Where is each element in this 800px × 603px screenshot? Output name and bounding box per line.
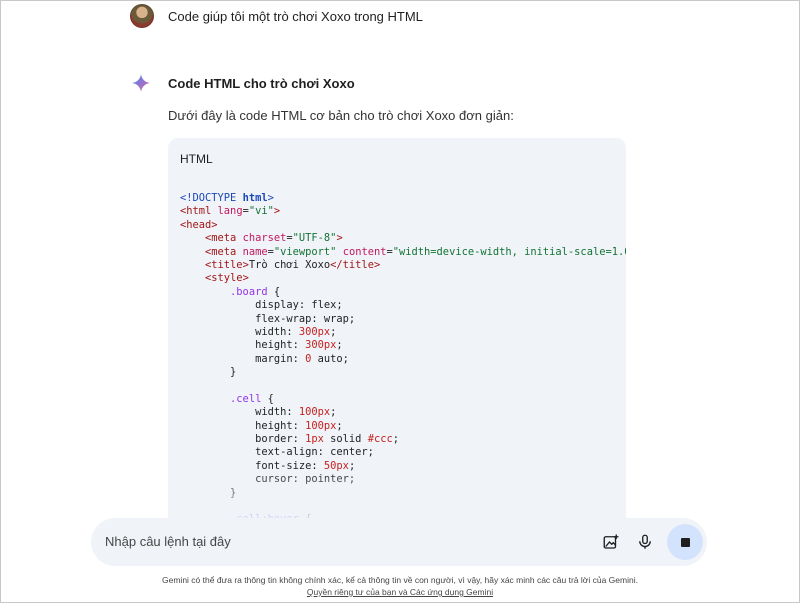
code-line: <meta charset="UTF-8"> xyxy=(205,232,343,245)
code-line: text-align: center; xyxy=(255,446,374,459)
code-line: <title>Trò chơi Xoxo</title> xyxy=(205,258,381,271)
user-message: Code giúp tôi một trò chơi Xoxo trong HT… xyxy=(130,4,423,28)
code-line: <style> xyxy=(205,272,249,285)
stop-generating-button[interactable] xyxy=(667,524,703,560)
code-line: height: 300px; xyxy=(255,339,343,352)
user-prompt-text: Code giúp tôi một trò chơi Xoxo trong HT… xyxy=(168,8,423,24)
prompt-input-bar[interactable]: Nhập câu lệnh tại đây xyxy=(91,518,707,566)
code-block: HTML <!DOCTYPE html> <html lang="vi"> <hea… xyxy=(168,138,626,528)
code-line: height: 100px; xyxy=(255,419,343,432)
gemini-sparkle-icon xyxy=(132,74,150,92)
code-line: .board { xyxy=(230,285,281,298)
privacy-link[interactable]: Quyền riêng tư của bạn và Các ứng dụng G… xyxy=(307,587,493,597)
code-line: border: 1px solid #ccc; xyxy=(255,433,399,446)
code-line: display: flex; xyxy=(255,299,343,312)
response-title: Code HTML cho trò chơi Xoxo xyxy=(168,76,355,91)
code-line: width: 300px; xyxy=(255,325,337,338)
code-line: <head> xyxy=(180,218,218,231)
code-line: <html lang="vi"> xyxy=(180,205,281,218)
footer-disclaimer: Gemini có thể đưa ra thông tin không chí… xyxy=(162,575,638,585)
stop-icon xyxy=(680,537,690,547)
response-intro: Dưới đây là code HTML cơ bản cho trò chơ… xyxy=(168,108,514,123)
code-line: margin: 0 auto; xyxy=(255,352,349,365)
code-line: .cell { xyxy=(230,392,274,405)
code-line: width: 100px; xyxy=(255,406,337,419)
footer-privacy-line: Quyền riêng tư của bạn và Các ứng dụng G… xyxy=(0,587,800,597)
code-line: <meta name="viewport" content="width=dev… xyxy=(205,245,626,258)
code-language-label: HTML xyxy=(180,152,213,166)
code-line: } xyxy=(180,366,237,379)
code-line: <!DOCTYPE html> xyxy=(180,192,274,204)
user-avatar[interactable] xyxy=(130,4,154,28)
code-line: flex-wrap: wrap; xyxy=(255,312,356,325)
microphone-button[interactable] xyxy=(633,530,657,554)
add-image-button[interactable] xyxy=(599,530,623,554)
add-image-icon xyxy=(603,534,619,549)
prompt-input[interactable]: Nhập câu lệnh tại đây xyxy=(105,534,231,549)
microphone-icon xyxy=(639,534,651,549)
